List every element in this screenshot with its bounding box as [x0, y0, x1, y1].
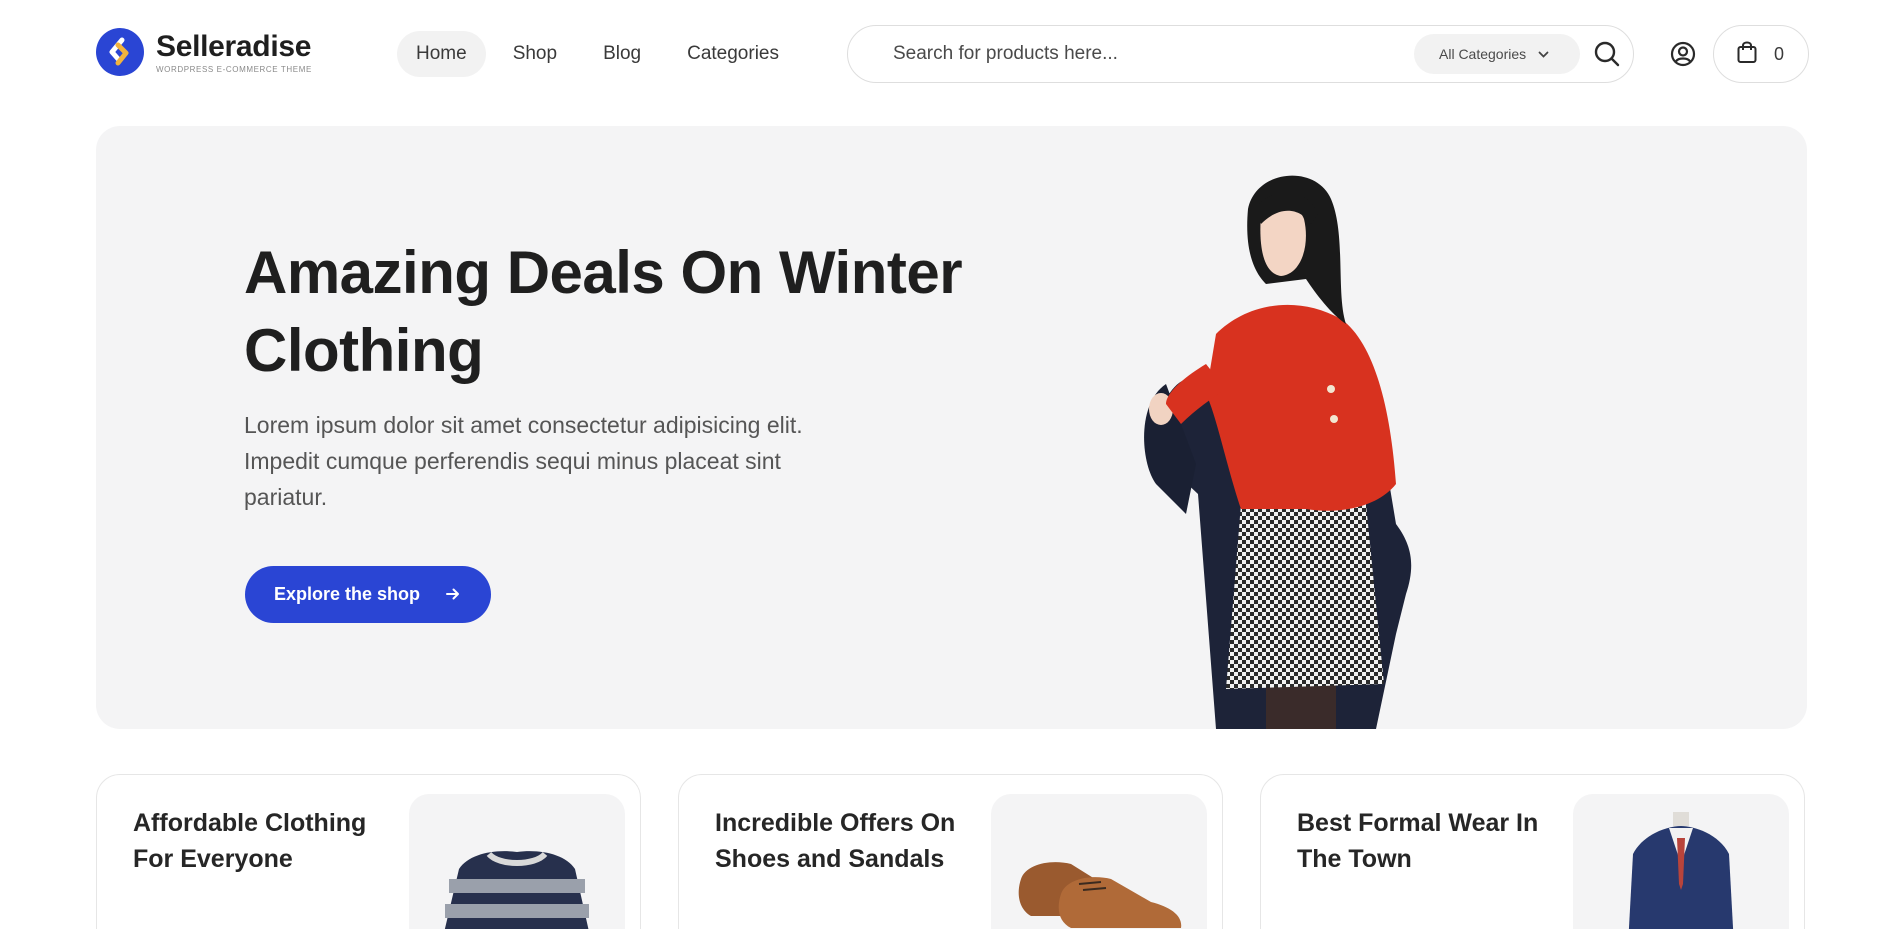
nav-item-shop[interactable]: Shop	[494, 31, 576, 77]
search-input[interactable]	[893, 43, 1413, 65]
cart-count: 0	[1774, 43, 1785, 64]
brand-tagline: WordPress E-Commerce Theme	[156, 64, 312, 74]
hero-description: Lorem ipsum dolor sit amet consectetur a…	[244, 412, 803, 510]
main-nav: Home Shop Blog Categories	[397, 31, 806, 77]
sweater-image	[409, 794, 625, 929]
hero-title: Amazing Deals On Winter Clothing	[244, 239, 963, 384]
promo-card-formal[interactable]: Best Formal Wear In The Town	[1260, 774, 1805, 929]
brand-name: Selleradise	[156, 29, 312, 63]
search-icon[interactable]	[1592, 39, 1622, 69]
explore-shop-button[interactable]: Explore the shop	[245, 566, 491, 623]
brand-logo[interactable]: Selleradise WordPress E-Commerce Theme	[96, 28, 312, 76]
chevron-down-icon	[1538, 46, 1549, 62]
cart-button[interactable]: 0	[1713, 25, 1809, 83]
hero-model-image	[1144, 175, 1412, 729]
promo-card-shoes[interactable]: Incredible Offers On Shoes and Sandals	[678, 774, 1223, 929]
logo-mark-icon	[96, 28, 144, 76]
site-header: Selleradise WordPress E-Commerce Theme H…	[0, 0, 1895, 108]
user-circle-icon[interactable]	[1669, 40, 1697, 68]
suit-image	[1573, 794, 1789, 929]
category-select-value: All Categories	[1439, 46, 1527, 62]
promo-title: Best Formal Wear In The Town	[1297, 809, 1539, 873]
arrow-right-icon	[446, 584, 460, 605]
shopping-bag-icon	[1736, 40, 1758, 69]
category-select[interactable]: All Categories	[1414, 34, 1580, 74]
nav-item-categories[interactable]: Categories	[668, 31, 798, 77]
shoes-image	[991, 794, 1207, 929]
search-bar: All Categories	[847, 25, 1634, 83]
nav-item-home[interactable]: Home	[397, 31, 486, 77]
explore-shop-label: Explore the shop	[274, 584, 421, 604]
nav-item-blog[interactable]: Blog	[584, 31, 660, 77]
promo-title: Affordable Clothing For Everyone	[133, 809, 367, 873]
promo-title: Incredible Offers On Shoes and Sandals	[715, 809, 956, 873]
promo-card-clothing[interactable]: Affordable Clothing For Everyone	[96, 774, 641, 929]
hero-banner: Amazing Deals On Winter Clothing Lorem i…	[96, 126, 1807, 729]
